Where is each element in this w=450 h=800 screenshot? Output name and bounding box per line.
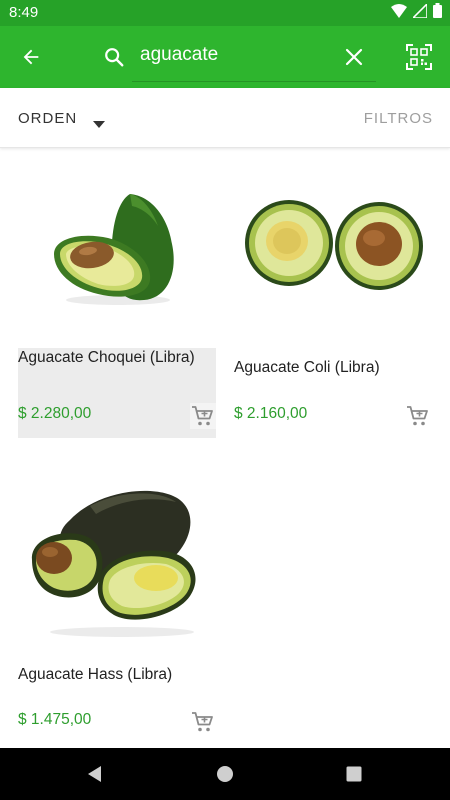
product-price: $ 2.280,00 [18,405,92,422]
sort-filter-bar: ORDEN FILTROS [0,88,450,148]
product-price: $ 2.160,00 [234,405,308,422]
nav-recents-icon[interactable] [342,762,366,786]
search-underline [132,81,376,82]
product-image-hass[interactable] [30,480,202,638]
wifi-icon [391,3,407,23]
product-card-choquei[interactable]: Aguacate Choquei (Libra) $ 2.280,00 [18,348,216,438]
status-time: 8:49 [9,4,39,21]
qr-scan-icon[interactable] [403,41,435,73]
product-name: Aguacate Hass (Libra) [18,666,173,683]
search-input[interactable]: aguacate [140,44,218,66]
nav-back-icon[interactable] [83,762,107,786]
product-name: Aguacate Coli (Libra) [234,359,380,376]
signal-icon [411,1,428,23]
order-dropdown[interactable]: ORDEN [18,110,77,127]
product-image-coli[interactable] [244,196,424,296]
product-price: $ 1.475,00 [18,711,92,728]
add-to-cart-icon[interactable] [190,403,216,429]
product-card-hass[interactable]: Aguacate Hass (Libra) $ 1.475,00 [18,665,216,745]
search-app-bar: aguacate [0,26,450,88]
product-image-choquei[interactable] [48,188,178,308]
status-icons [391,1,442,23]
close-icon[interactable] [338,41,370,73]
nav-home-icon[interactable] [213,762,237,786]
system-nav-bar [0,748,450,800]
chevron-down-icon[interactable] [93,115,105,133]
product-card-coli[interactable]: Aguacate Coli (Libra) $ 2.160,00 [234,358,432,438]
filters-button[interactable]: FILTROS [364,110,433,127]
battery-icon [433,3,442,23]
status-bar: 8:49 [0,0,450,26]
product-name: Aguacate Choquei (Libra) [18,349,195,366]
add-to-cart-icon[interactable] [190,709,216,735]
arrow-left-icon[interactable] [15,41,47,73]
add-to-cart-icon[interactable] [405,403,431,429]
search-icon [98,41,130,73]
